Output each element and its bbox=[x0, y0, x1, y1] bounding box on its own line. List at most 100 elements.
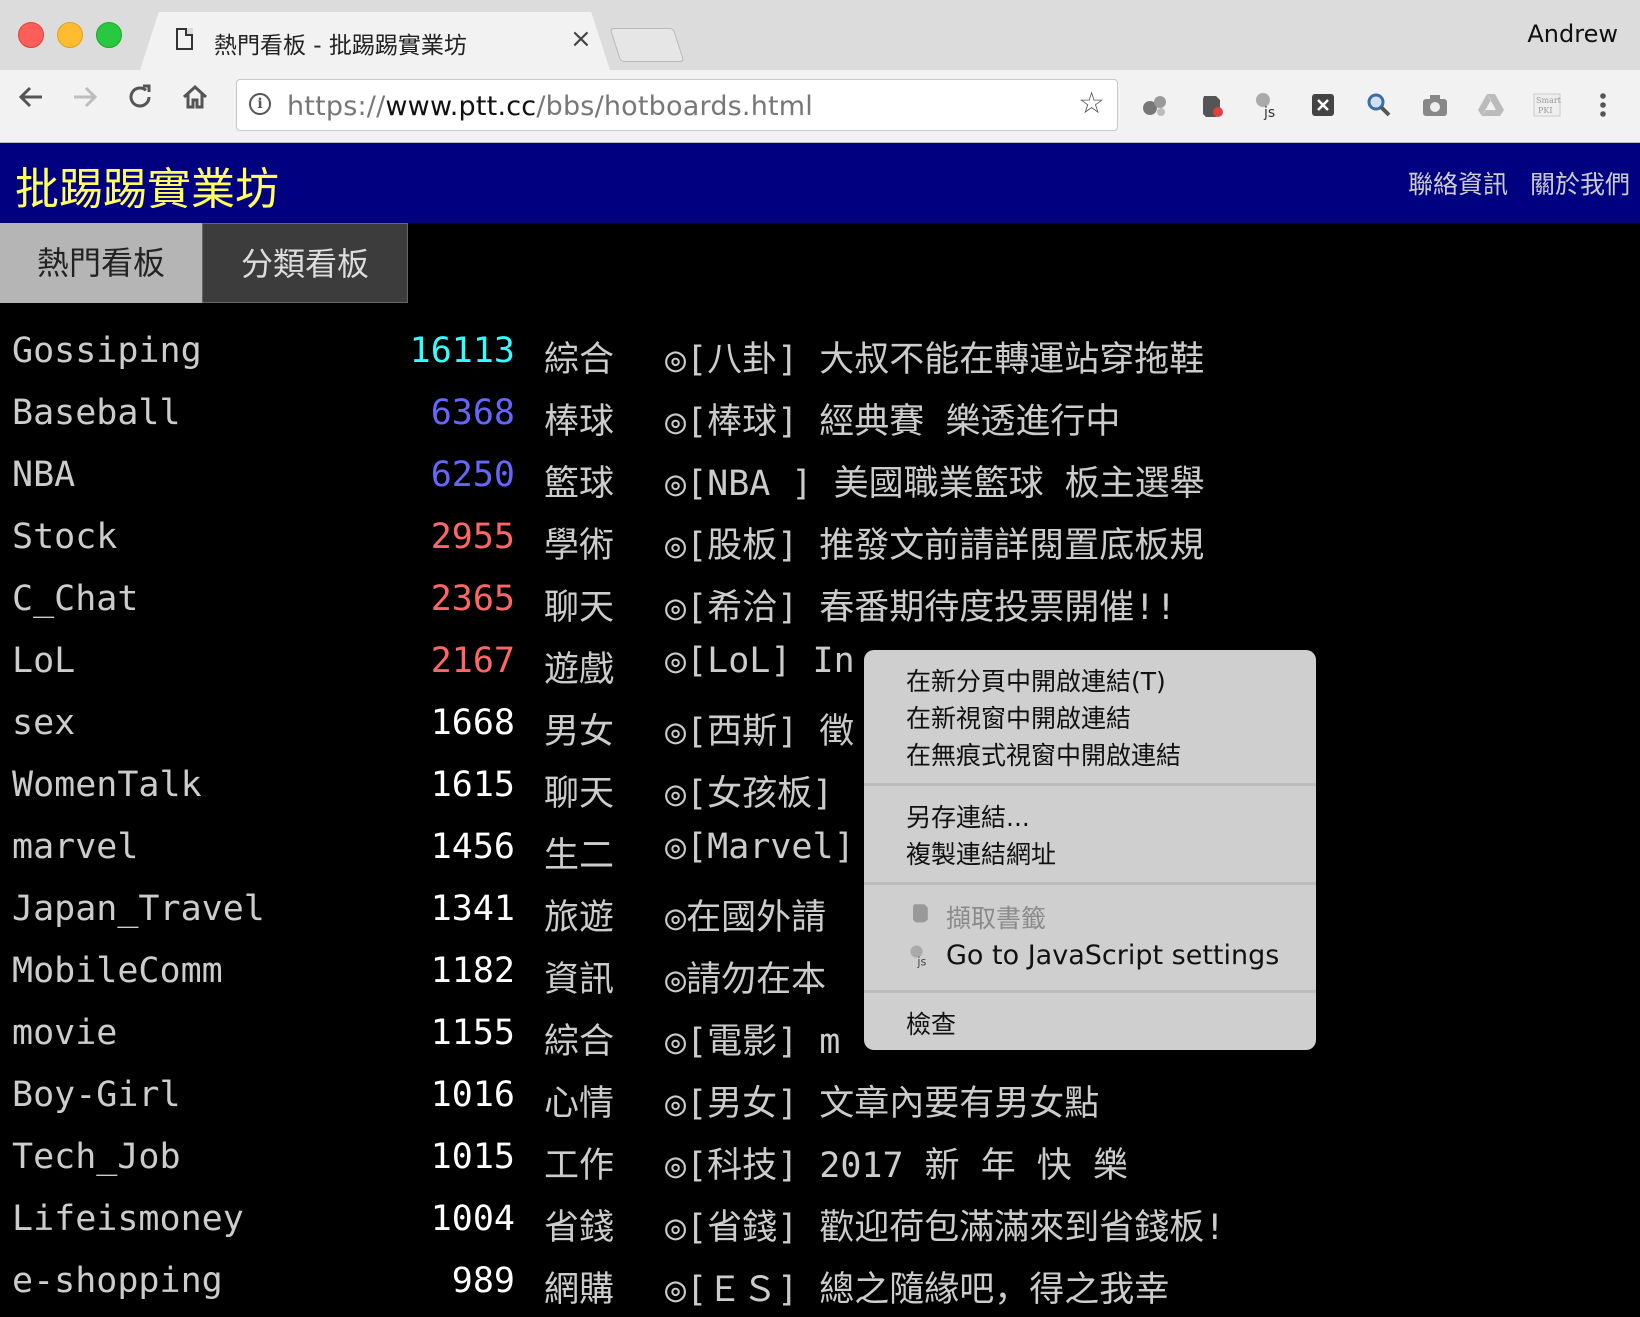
js-settings-icon: js bbox=[906, 942, 934, 970]
menu-item-open-incognito[interactable]: 在無痕式視窗中開啟連結 bbox=[906, 736, 1181, 772]
board-name: MobileComm bbox=[12, 951, 223, 991]
board-row[interactable]: Japan_Travel 1341 旅遊 ◎在國外請 bbox=[0, 883, 1640, 945]
board-class: 棒球 bbox=[544, 402, 615, 442]
browser-toolbar: i https://www.ptt.cc/bbs/hotboards.html … bbox=[0, 70, 1640, 143]
board-row[interactable]: Gossiping 16113 綜合 ◎[八卦] 大叔不能在轉運站穿拖鞋 bbox=[0, 325, 1640, 387]
board-row[interactable]: MobileComm 1182 資訊 ◎請勿在本 bbox=[0, 945, 1640, 1007]
search-extension-icon[interactable] bbox=[1364, 90, 1394, 120]
board-title: ◎[股板] 推發文前請詳閱置底板規 bbox=[665, 526, 1205, 566]
forward-arrow-icon[interactable] bbox=[70, 82, 100, 118]
svg-text:PKI: PKI bbox=[1538, 106, 1553, 115]
drive-icon[interactable] bbox=[1476, 90, 1506, 120]
board-class: 聊天 bbox=[544, 588, 615, 628]
camera-icon[interactable] bbox=[1420, 90, 1450, 120]
browser-tab-title: 熱門看板 - 批踢踢實業坊 bbox=[214, 33, 467, 59]
info-icon[interactable]: i bbox=[249, 93, 271, 115]
board-class: 工作 bbox=[544, 1146, 615, 1186]
menu-icon[interactable] bbox=[1588, 90, 1618, 120]
board-user-count: 989 bbox=[451, 1261, 515, 1301]
board-name: movie bbox=[12, 1013, 118, 1053]
board-row[interactable]: e-shopping 989 網購 ◎[ＥＳ] 總之隨緣吧，得之我幸 bbox=[0, 1255, 1640, 1317]
board-name: e-shopping bbox=[12, 1261, 223, 1301]
board-class: 生二 bbox=[544, 836, 615, 876]
menu-item-open-new-window[interactable]: 在新視窗中開啟連結 bbox=[906, 699, 1131, 735]
board-name: NBA bbox=[12, 455, 76, 495]
board-row[interactable]: WomenTalk 1615 聊天 ◎[女孩板] bbox=[0, 759, 1640, 821]
svg-text:Smart: Smart bbox=[1536, 96, 1562, 105]
board-title: ◎[電影] m bbox=[665, 1022, 841, 1062]
board-name: Boy-Girl bbox=[12, 1075, 181, 1115]
board-class: 資訊 bbox=[544, 960, 615, 1000]
board-name: LoL bbox=[12, 641, 76, 681]
x-extension-icon[interactable] bbox=[1308, 90, 1338, 120]
board-name: Baseball bbox=[12, 393, 181, 433]
board-name: Gossiping bbox=[12, 331, 202, 371]
evernote-icon bbox=[906, 899, 934, 927]
board-user-count: 1015 bbox=[430, 1137, 515, 1177]
address-bar[interactable]: i https://www.ptt.cc/bbs/hotboards.html … bbox=[236, 79, 1118, 131]
board-title: ◎[希洽] 春番期待度投票開催!! bbox=[665, 588, 1177, 628]
profile-name[interactable]: Andrew bbox=[1527, 20, 1618, 48]
evernote-icon[interactable] bbox=[1196, 90, 1226, 120]
board-title: ◎在國外請 bbox=[665, 898, 827, 938]
menu-separator bbox=[864, 783, 1316, 786]
board-class: 綜合 bbox=[544, 1022, 615, 1062]
back-arrow-icon[interactable] bbox=[16, 82, 46, 118]
board-row[interactable]: marvel 1456 生二 ◎[Marvel] bbox=[0, 821, 1640, 883]
board-row[interactable]: C_Chat 2365 聊天 ◎[希洽] 春番期待度投票開催!! bbox=[0, 573, 1640, 635]
board-class: 旅遊 bbox=[544, 898, 615, 938]
window-minimize-button[interactable] bbox=[57, 22, 83, 48]
reload-icon[interactable] bbox=[125, 82, 155, 118]
browser-tab-bar: 熱門看板 - 批踢踢實業坊 × Andrew bbox=[0, 0, 1640, 70]
board-class: 綜合 bbox=[544, 340, 615, 380]
menu-item-save-link[interactable]: 另存連結... bbox=[906, 798, 1030, 834]
board-class: 男女 bbox=[544, 712, 615, 752]
board-row[interactable]: Tech_Job 1015 工作 ◎[科技] 2017 新 年 快 樂 bbox=[0, 1131, 1640, 1193]
board-row[interactable]: LoL 2167 遊戲 ◎[LoL] In bbox=[0, 635, 1640, 697]
board-title: ◎[NBA ] 美國職業籃球 板主選舉 bbox=[665, 464, 1205, 504]
extension-icon[interactable] bbox=[1140, 90, 1170, 120]
board-title: ◎[女孩板] bbox=[665, 774, 834, 814]
board-row[interactable]: NBA 6250 籃球 ◎[NBA ] 美國職業籃球 板主選舉 bbox=[0, 449, 1640, 511]
board-title: ◎請勿在本 bbox=[665, 960, 827, 1000]
new-tab-button[interactable] bbox=[609, 28, 685, 62]
menu-item-js-settings[interactable]: Go to JavaScript settings bbox=[946, 940, 1279, 971]
board-user-count: 1615 bbox=[430, 765, 515, 805]
tab-class-boards[interactable]: 分類看板 bbox=[202, 223, 408, 303]
menu-item-clip-bookmark: 擷取書籤 bbox=[946, 904, 1047, 933]
board-title: ◎[LoL] In bbox=[665, 641, 855, 681]
site-logo[interactable]: 批踢踢實業坊 bbox=[15, 153, 279, 217]
about-link[interactable]: 關於我們 bbox=[1530, 165, 1630, 201]
board-user-count: 6368 bbox=[430, 393, 515, 433]
board-row[interactable]: Stock 2955 學術 ◎[股板] 推發文前請詳閱置底板規 bbox=[0, 511, 1640, 573]
bookmark-star-icon[interactable]: ☆ bbox=[1078, 86, 1105, 121]
window-maximize-button[interactable] bbox=[96, 22, 122, 48]
window-close-button[interactable] bbox=[18, 22, 44, 48]
board-class: 學術 bbox=[544, 526, 615, 566]
menu-separator bbox=[864, 990, 1316, 993]
page-icon bbox=[176, 28, 193, 50]
menu-item-inspect[interactable]: 檢查 bbox=[906, 1005, 956, 1041]
board-title: ◎[省錢] 歡迎荷包滿滿來到省錢板! bbox=[665, 1208, 1226, 1248]
board-name: Tech_Job bbox=[12, 1137, 181, 1177]
board-user-count: 1016 bbox=[430, 1075, 515, 1115]
board-title: ◎[Marvel] bbox=[665, 827, 855, 867]
menu-item-open-new-tab[interactable]: 在新分頁中開啟連結(T) bbox=[906, 662, 1166, 698]
svg-text:js: js bbox=[916, 955, 926, 968]
board-title: ◎[西斯] 徵 bbox=[665, 712, 855, 752]
board-row[interactable]: Lifeismoney 1004 省錢 ◎[省錢] 歡迎荷包滿滿來到省錢板! bbox=[0, 1193, 1640, 1255]
board-name: Lifeismoney bbox=[12, 1199, 244, 1239]
js-settings-icon[interactable]: js bbox=[1252, 90, 1282, 121]
board-row[interactable]: sex 1668 男女 ◎[西斯] 徵 bbox=[0, 697, 1640, 759]
contact-link[interactable]: 聯絡資訊 bbox=[1408, 165, 1508, 201]
board-row[interactable]: Baseball 6368 棒球 ◎[棒球] 經典賽 樂透進行中 bbox=[0, 387, 1640, 449]
home-icon[interactable] bbox=[180, 82, 210, 118]
board-title: ◎[ＥＳ] 總之隨緣吧，得之我幸 bbox=[665, 1270, 1170, 1310]
menu-item-copy-link[interactable]: 複製連結網址 bbox=[906, 835, 1056, 871]
board-user-count: 1668 bbox=[430, 703, 515, 743]
board-row[interactable]: movie 1155 綜合 ◎[電影] m bbox=[0, 1007, 1640, 1069]
smartpki-icon[interactable]: Smart PKI bbox=[1532, 90, 1562, 120]
tab-hot-boards[interactable]: 熱門看板 bbox=[0, 223, 202, 303]
close-icon[interactable]: × bbox=[570, 24, 592, 54]
board-row[interactable]: Boy-Girl 1016 心情 ◎[男女] 文章內要有男女點 bbox=[0, 1069, 1640, 1131]
